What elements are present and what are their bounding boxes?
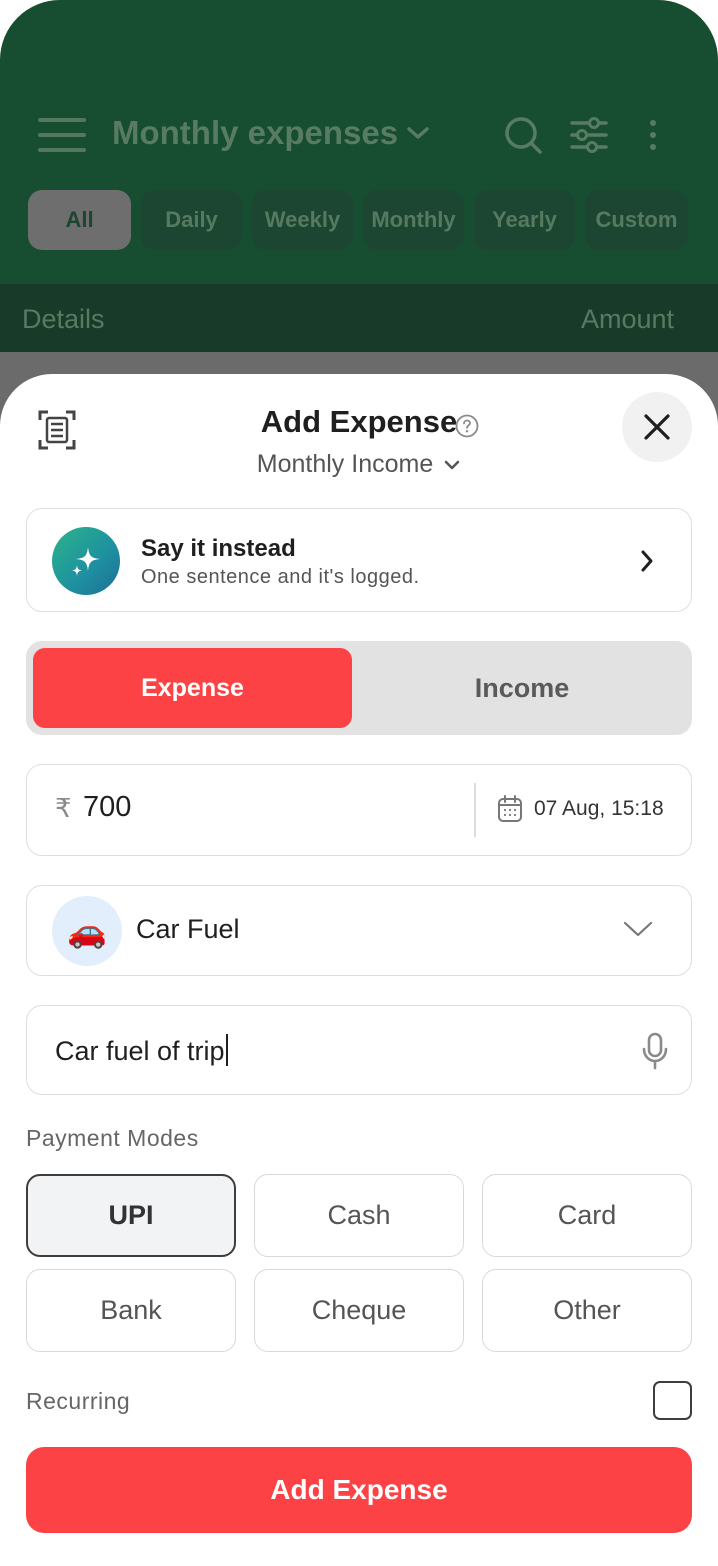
expense-tab[interactable]: Expense [33, 648, 352, 728]
sheet-title: Add Expense [0, 404, 718, 440]
category-name: Car Fuel [136, 914, 240, 944]
more-options-icon[interactable] [650, 120, 660, 156]
payment-mode-other[interactable]: Other [482, 1269, 692, 1352]
filter-tab-weekly[interactable]: Weekly [252, 190, 353, 250]
recurring-label: Recurring [26, 1388, 131, 1414]
note-input[interactable]: Car fuel of trip [55, 1034, 228, 1067]
period-filter-tabs: All Daily Weekly Monthly Yearly Custom [28, 190, 688, 250]
car-icon: 🚗 [52, 896, 122, 966]
date-time-picker[interactable]: 07 Aug, 15:18 [534, 797, 664, 821]
app-header: Monthly expenses All Daily Weekly Monthl… [0, 0, 718, 284]
payment-modes-grid: UPI Cash Card Bank Cheque Other [26, 1174, 692, 1352]
account-selector[interactable]: Monthly Income [0, 450, 718, 479]
currency-symbol: ₹ [55, 793, 72, 823]
add-expense-button[interactable]: Add Expense [26, 1447, 692, 1533]
payment-modes-label: Payment Modes [26, 1125, 199, 1151]
filter-tab-all[interactable]: All [28, 190, 131, 250]
microphone-icon[interactable] [641, 1032, 669, 1070]
amount-input[interactable]: 700 [83, 791, 131, 824]
chevron-right-icon [641, 550, 653, 572]
say-it-instead-card[interactable]: Say it instead One sentence and it's log… [26, 508, 692, 612]
payment-mode-bank[interactable]: Bank [26, 1269, 236, 1352]
filter-sliders-icon[interactable] [570, 116, 608, 154]
income-tab[interactable]: Income [359, 648, 685, 728]
say-card-title: Say it instead [141, 535, 296, 562]
payment-mode-cash[interactable]: Cash [254, 1174, 464, 1257]
recurring-checkbox[interactable] [653, 1381, 692, 1420]
filter-tab-custom[interactable]: Custom [585, 190, 688, 250]
table-header: Details Amount [0, 284, 718, 352]
amount-date-row: ₹ 700 07 Aug, 15:18 [26, 764, 692, 856]
account-name: Monthly Income [256, 450, 434, 478]
chevron-down-icon [444, 461, 460, 470]
category-emoji: 🚗 [67, 913, 107, 949]
filter-tab-yearly[interactable]: Yearly [474, 190, 575, 250]
filter-tab-monthly[interactable]: Monthly [363, 190, 464, 250]
page-title-text: Monthly expenses [112, 114, 399, 151]
payment-mode-upi[interactable]: UPI [26, 1174, 236, 1257]
filter-tab-daily[interactable]: Daily [141, 190, 242, 250]
payment-mode-card[interactable]: Card [482, 1174, 692, 1257]
transaction-type-toggle: Expense Income [26, 641, 692, 735]
menu-icon[interactable] [38, 118, 86, 152]
close-icon [644, 414, 670, 440]
chevron-down-icon [407, 127, 429, 139]
note-field[interactable]: Car fuel of trip [26, 1005, 692, 1095]
column-header-amount: Amount [580, 304, 674, 334]
search-icon[interactable] [502, 114, 544, 156]
column-header-details: Details [22, 304, 105, 334]
close-button[interactable] [622, 392, 692, 462]
note-text: Car fuel of trip [55, 1036, 225, 1066]
divider [474, 783, 476, 837]
add-expense-sheet: Add Expense Monthly Income Say it instea… [0, 374, 718, 1566]
say-card-subtitle: One sentence and it's logged. [141, 566, 420, 588]
page-title[interactable]: Monthly expenses [112, 114, 430, 152]
calendar-icon[interactable] [497, 795, 523, 823]
help-circle-icon[interactable] [455, 414, 479, 438]
text-cursor [225, 1034, 228, 1066]
sparkle-icon [52, 527, 120, 595]
chevron-down-icon [623, 921, 653, 937]
category-selector[interactable]: 🚗 Car Fuel [26, 885, 692, 976]
sheet-title-text: Add Expense [260, 404, 458, 439]
payment-mode-cheque[interactable]: Cheque [254, 1269, 464, 1352]
